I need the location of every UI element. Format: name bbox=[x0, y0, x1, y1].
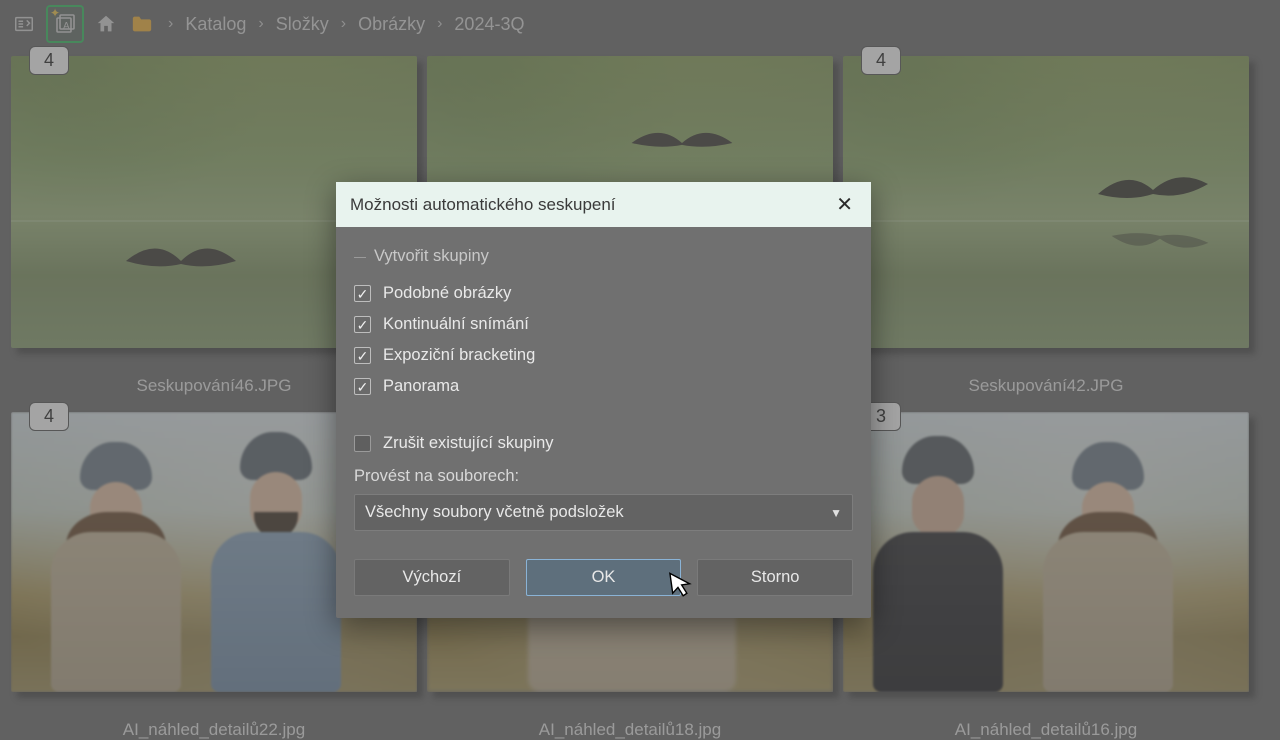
checkbox-icon[interactable] bbox=[354, 285, 371, 302]
scope-label: Provést na souborech: bbox=[354, 467, 853, 486]
checkbox-icon[interactable] bbox=[354, 435, 371, 452]
option-label: Kontinuální snímání bbox=[383, 315, 529, 334]
chevron-down-icon: ▼ bbox=[830, 506, 842, 520]
option-label: Podobné obrázky bbox=[383, 284, 511, 303]
scope-value: Všechny soubory včetně podsložek bbox=[365, 503, 624, 522]
option-label: Zrušit existující skupiny bbox=[383, 434, 554, 453]
auto-group-dialog: Možnosti automatického seskupení ✕ Vytvo… bbox=[336, 182, 871, 618]
checkbox-icon[interactable] bbox=[354, 316, 371, 333]
dialog-titlebar: Možnosti automatického seskupení ✕ bbox=[336, 182, 871, 227]
option-cancel-groups[interactable]: Zrušit existující skupiny bbox=[354, 428, 853, 459]
option-burst[interactable]: Kontinuální snímání bbox=[354, 309, 853, 340]
option-panorama[interactable]: Panorama bbox=[354, 371, 853, 402]
ok-button[interactable]: OK bbox=[526, 559, 682, 596]
option-bracket[interactable]: Expoziční bracketing bbox=[354, 340, 853, 371]
dialog-title: Možnosti automatického seskupení bbox=[350, 195, 616, 215]
scope-select[interactable]: Všechny soubory včetně podsložek ▼ bbox=[354, 494, 853, 531]
close-icon[interactable]: ✕ bbox=[832, 192, 857, 217]
default-button[interactable]: Výchozí bbox=[354, 559, 510, 596]
option-label: Panorama bbox=[383, 377, 459, 396]
group-heading: Vytvořit skupiny bbox=[354, 247, 853, 266]
checkbox-icon[interactable] bbox=[354, 378, 371, 395]
cancel-button[interactable]: Storno bbox=[697, 559, 853, 596]
option-similar[interactable]: Podobné obrázky bbox=[354, 278, 853, 309]
option-label: Expoziční bracketing bbox=[383, 346, 535, 365]
checkbox-icon[interactable] bbox=[354, 347, 371, 364]
